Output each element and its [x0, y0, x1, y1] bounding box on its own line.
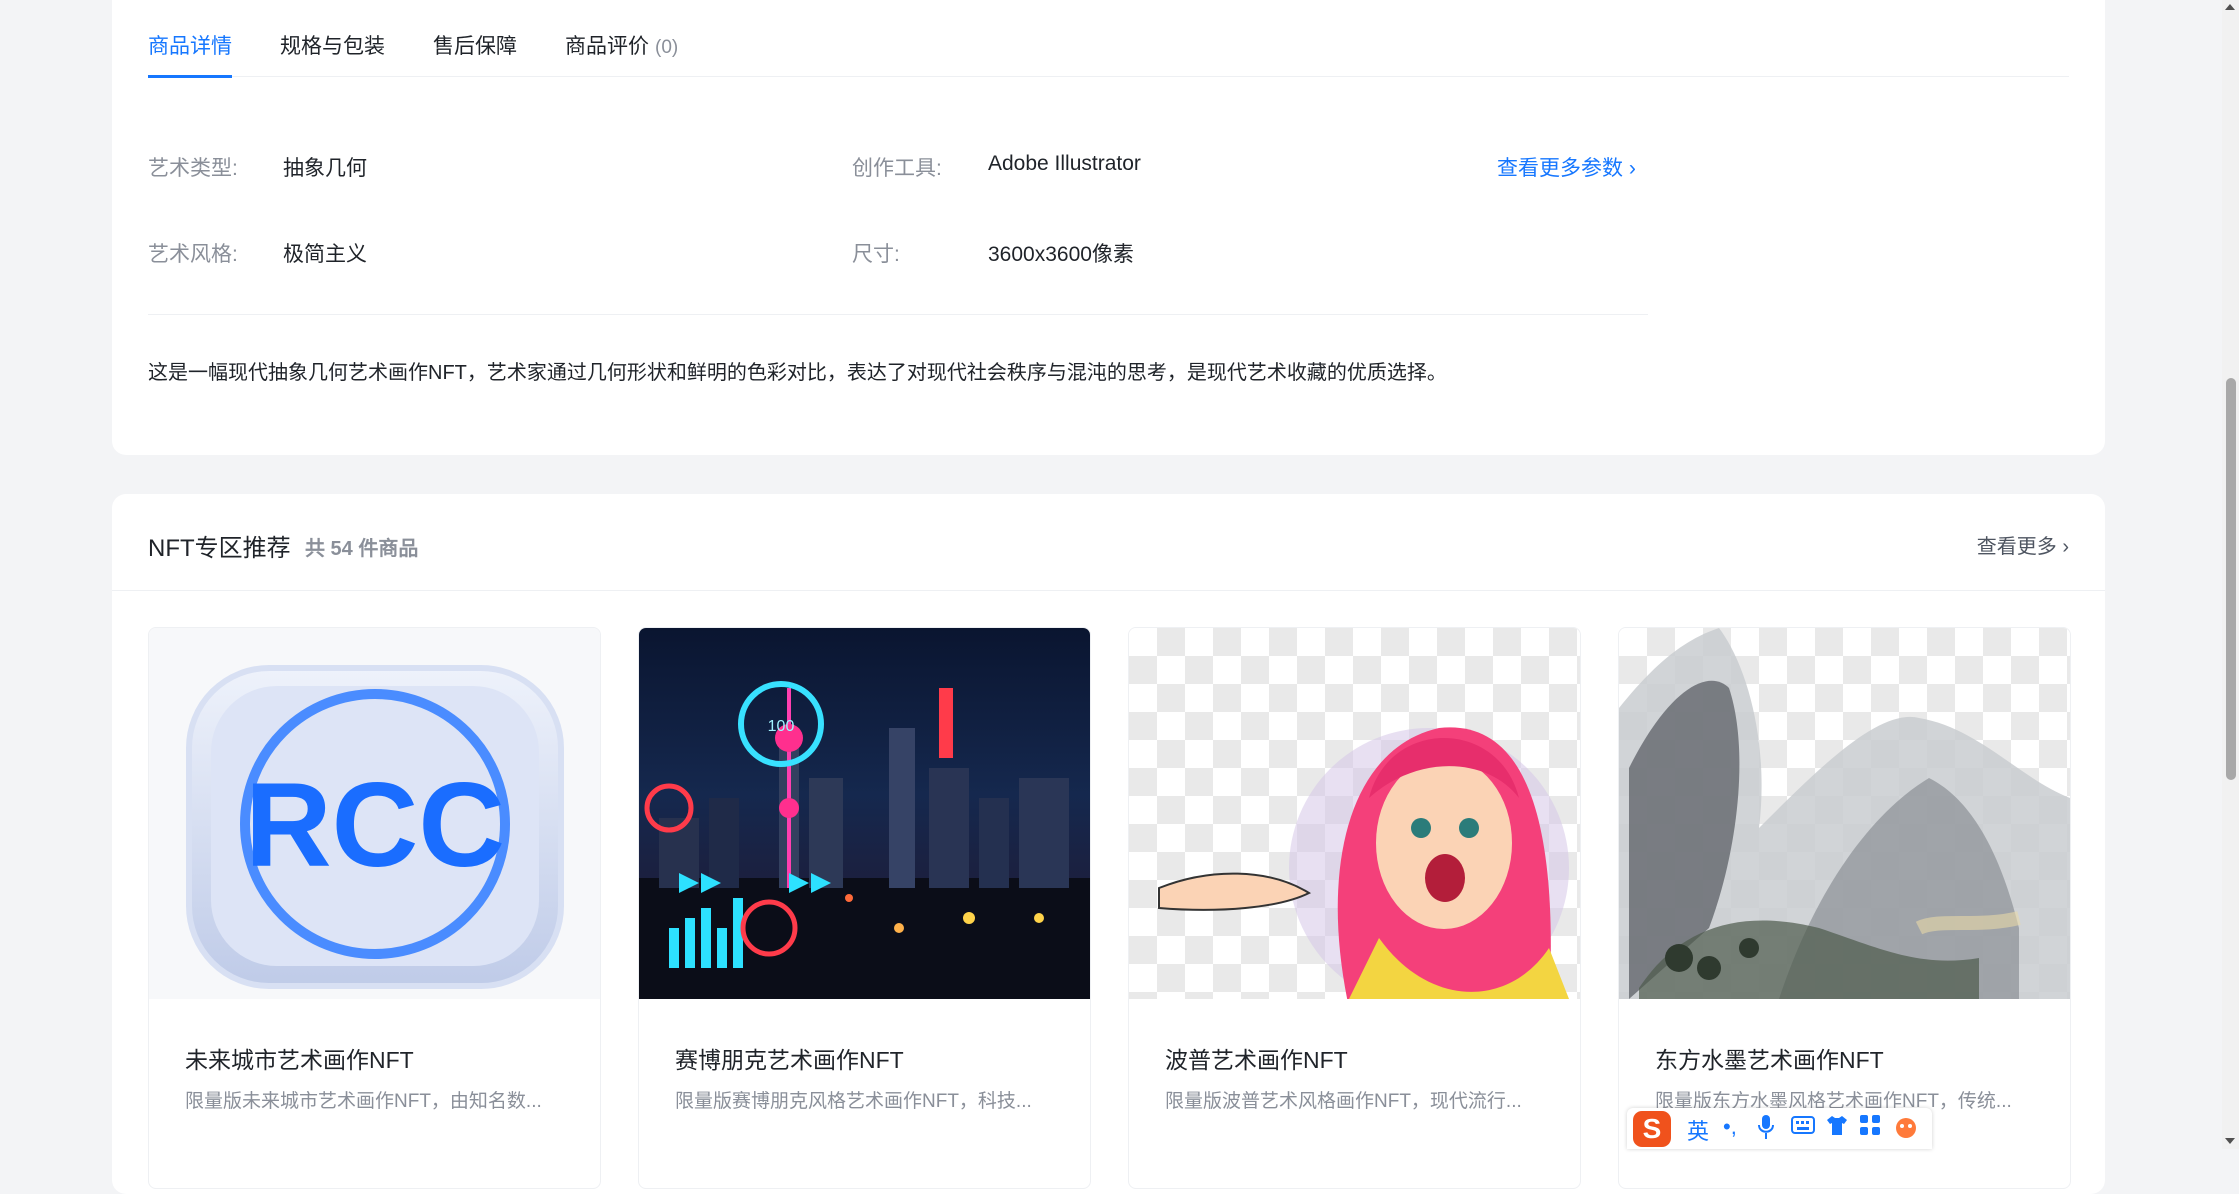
toolbox-grid-icon[interactable] [1859, 1114, 1881, 1142]
recommend-header: NFT专区推荐 共 54 件商品 查看更多 › [112, 494, 2105, 591]
skin-shirt-icon[interactable] [1825, 1114, 1849, 1142]
tab-label: 商品详情 [148, 35, 232, 58]
rcc-logo-text: RCC [245, 758, 505, 892]
size-label: 尺寸: [852, 243, 900, 266]
tab-reviews[interactable]: 商品评价 (0) [565, 30, 678, 60]
size-value: 3600x3600像素 [988, 243, 1134, 266]
tab-spec-packaging[interactable]: 规格与包装 [280, 30, 385, 60]
page-scrollbar[interactable] [2222, 0, 2239, 1149]
tab-product-detail[interactable]: 商品详情 [148, 30, 232, 78]
cyberpunk-city-icon: 100 [639, 681, 1090, 999]
microphone-icon[interactable] [1757, 1114, 1775, 1146]
art-style-label: 艺术风格: [148, 243, 238, 266]
product-image [1619, 628, 2070, 999]
tab-label: 售后保障 [433, 35, 517, 58]
product-name: 波普艺术画作NFT [1165, 1047, 1348, 1073]
ime-punctuation-toggle[interactable]: •, [1723, 1114, 1737, 1140]
tab-label: 商品评价 [565, 35, 649, 58]
product-name: 赛博朋克艺术画作NFT [675, 1047, 904, 1073]
divider [148, 314, 1648, 315]
product-desc: 限量版未来城市艺术画作NFT，由知名数... [185, 1091, 542, 1112]
more-params-link[interactable]: 查看更多参数 › [1497, 152, 1636, 182]
scroll-thumb[interactable] [2226, 378, 2236, 780]
art-type-value: 抽象几何 [283, 157, 367, 180]
tab-after-sales[interactable]: 售后保障 [433, 30, 517, 60]
tab-label: 规格与包装 [280, 35, 385, 58]
ink-landscape-icon [1619, 628, 2070, 999]
ime-language-toggle[interactable]: 英 [1687, 1114, 1709, 1146]
active-tab-indicator [148, 75, 232, 78]
product-card[interactable]: RCC 未来城市艺术画作NFT 限量版未来城市艺术画作NFT，由知名数... [148, 627, 601, 1189]
detail-tabs: 商品详情 规格与包装 售后保障 商品评价 (0) [148, 0, 2069, 78]
tool-value: Adobe Illustrator [988, 152, 1141, 175]
ime-toolbar[interactable]: S 英 •, [1627, 1108, 1932, 1149]
keyboard-icon[interactable] [1791, 1114, 1815, 1142]
sogou-logo-icon[interactable]: S [1633, 1111, 1671, 1147]
scroll-down-icon[interactable] [2225, 1138, 2235, 1144]
view-more-link[interactable]: 查看更多 › [1977, 530, 2069, 559]
rcc-logo-icon: RCC [186, 665, 564, 989]
product-card[interactable]: 东方水墨艺术画作NFT 限量版东方水墨风格艺术画作NFT，传统... [1618, 627, 2071, 1189]
hud-value: 100 [768, 718, 795, 735]
product-image: 100 [639, 628, 1090, 999]
product-desc: 限量版波普艺术风格画作NFT，现代流行... [1165, 1091, 1522, 1112]
recommend-title: NFT专区推荐 [148, 535, 291, 562]
product-name: 未来城市艺术画作NFT [185, 1047, 414, 1073]
art-type-label: 艺术类型: [148, 157, 238, 180]
product-detail-card: 商品详情 规格与包装 售后保障 商品评价 (0) 艺术类型: 抽象几何 创作工具:… [112, 0, 2105, 455]
art-style-value: 极简主义 [283, 243, 367, 266]
scroll-up-icon[interactable] [2225, 4, 2235, 10]
review-count: (0) [655, 37, 679, 58]
product-card[interactable]: 波普艺术画作NFT 限量版波普艺术风格画作NFT，现代流行... [1128, 627, 1581, 1189]
tool-label: 创作工具: [852, 157, 942, 180]
product-description: 这是一幅现代抽象几何艺术画作NFT，艺术家通过几何形状和鲜明的色彩对比，表达了对… [148, 362, 1447, 384]
pop-art-woman-icon [1158, 727, 1569, 999]
product-image: RCC [149, 628, 600, 999]
product-image [1129, 628, 1580, 999]
product-card[interactable]: 100 赛博朋克艺术画作NFT 限量版赛博朋克风格艺术画作NFT，科技... [638, 627, 1091, 1189]
nft-recommend-card: NFT专区推荐 共 54 件商品 查看更多 › RCC 未来城市艺术画作NFT … [112, 494, 2105, 1194]
product-desc: 限量版赛博朋克风格艺术画作NFT，科技... [675, 1091, 1032, 1112]
product-name: 东方水墨艺术画作NFT [1655, 1047, 1884, 1073]
recommend-count: 共 54 件商品 [305, 538, 419, 560]
mascot-icon[interactable] [1893, 1114, 1919, 1146]
